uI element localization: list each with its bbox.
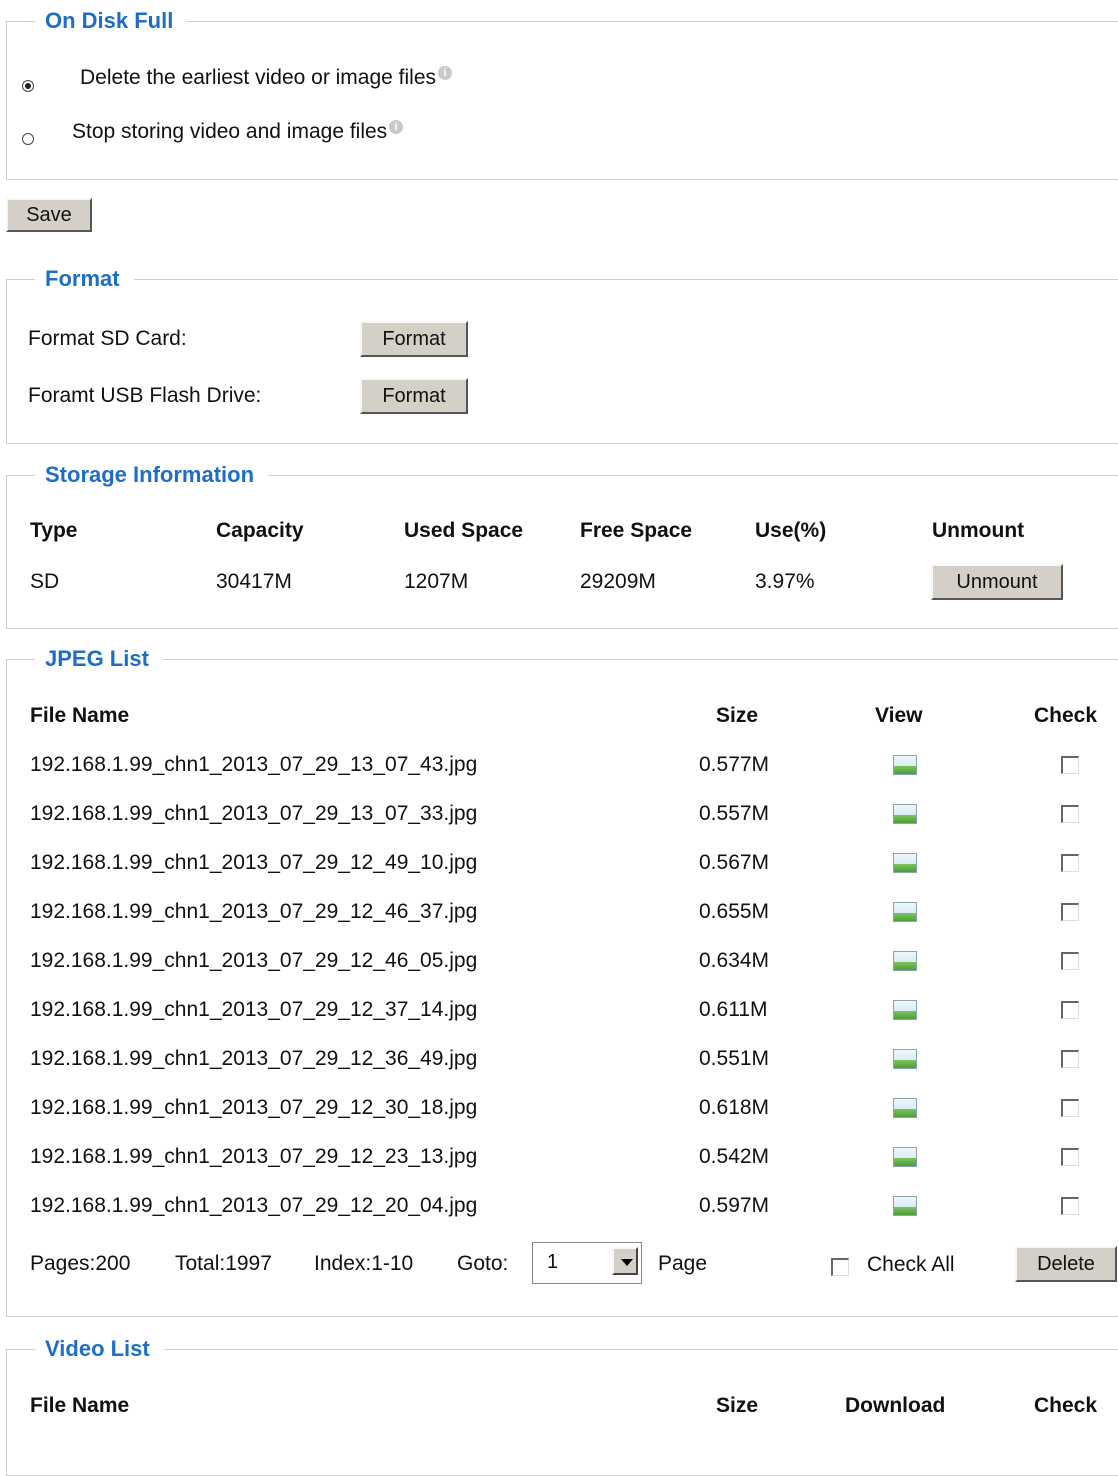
jpeg-file-name: 192.168.1.99_chn1_2013_07_29_12_37_14.jp…	[30, 998, 478, 1021]
jpeg-file-name: 192.168.1.99_chn1_2013_07_29_12_36_49.jp…	[30, 1047, 478, 1070]
jpeg-file-size: 0.618M	[699, 1096, 770, 1119]
save-button[interactable]: Save	[6, 198, 92, 232]
jpeg-header-file-name: File Name	[30, 704, 130, 727]
jpeg-row-checkbox[interactable]	[1061, 903, 1079, 921]
delete-earliest-label: Delete the earliest video or image files…	[80, 66, 453, 90]
jpeg-file-name: 192.168.1.99_chn1_2013_07_29_13_07_33.jp…	[30, 802, 478, 825]
jpeg-file-name: 192.168.1.99_chn1_2013_07_29_12_49_10.jp…	[30, 851, 478, 874]
on-disk-full-section: On Disk Full	[6, 8, 1118, 180]
video-header-size: Size	[716, 1394, 759, 1417]
video-list-section: Video List	[6, 1336, 1118, 1476]
image-view-icon[interactable]	[893, 1000, 917, 1020]
unmount-button[interactable]: Unmount	[931, 564, 1063, 600]
on-disk-full-legend: On Disk Full	[45, 8, 174, 33]
image-view-icon[interactable]	[893, 951, 917, 971]
jpeg-row-checkbox[interactable]	[1061, 805, 1079, 823]
jpeg-header-check: Check	[1034, 704, 1098, 727]
image-view-icon[interactable]	[893, 853, 917, 873]
jpeg-row-checkbox[interactable]	[1061, 756, 1079, 774]
jpeg-row-checkbox[interactable]	[1061, 1099, 1079, 1117]
image-view-icon[interactable]	[893, 755, 917, 775]
jpeg-file-size: 0.542M	[699, 1145, 770, 1168]
storage-header-use-pct: Use(%)	[755, 519, 827, 542]
storage-type-value: SD	[30, 570, 60, 593]
chevron-down-icon[interactable]	[612, 1247, 638, 1275]
storage-used-value: 1207M	[404, 570, 469, 593]
jpeg-file-size: 0.567M	[699, 851, 770, 874]
storage-capacity-value: 30417M	[216, 570, 292, 593]
pages-count: Pages:200	[30, 1252, 131, 1275]
image-view-icon[interactable]	[893, 1147, 917, 1167]
jpeg-row-checkbox[interactable]	[1061, 1197, 1079, 1215]
jpeg-row-checkbox[interactable]	[1061, 1148, 1079, 1166]
delete-earliest-radio[interactable]	[22, 80, 34, 92]
jpeg-file-size: 0.551M	[699, 1047, 770, 1070]
jpeg-file-name: 192.168.1.99_chn1_2013_07_29_12_20_04.jp…	[30, 1194, 478, 1217]
storage-information-section: Storage Information	[6, 462, 1118, 629]
video-list-legend: Video List	[45, 1336, 150, 1361]
format-usb-label: Foramt USB Flash Drive:	[28, 384, 262, 407]
format-section: Format	[6, 266, 1118, 444]
goto-page-select[interactable]: 1	[532, 1242, 642, 1284]
jpeg-file-size: 0.577M	[699, 753, 770, 776]
jpeg-file-name: 192.168.1.99_chn1_2013_07_29_12_30_18.jp…	[30, 1096, 478, 1119]
jpeg-list-legend: JPEG List	[45, 646, 149, 671]
jpeg-row-checkbox[interactable]	[1061, 952, 1079, 970]
format-sd-label: Format SD Card:	[28, 327, 187, 350]
info-icon[interactable]: i	[438, 66, 453, 80]
jpeg-header-view: View	[875, 704, 923, 727]
index-range: Index:1-10	[314, 1252, 414, 1275]
jpeg-file-size: 0.597M	[699, 1194, 770, 1217]
goto-label: Goto:	[457, 1252, 509, 1275]
stop-storing-radio[interactable]	[22, 133, 34, 145]
video-header-download: Download	[845, 1394, 946, 1417]
storage-header-free: Free Space	[580, 519, 693, 542]
image-view-icon[interactable]	[893, 1196, 917, 1216]
stop-storing-label: Stop storing video and image files i	[72, 120, 404, 144]
jpeg-header-size: Size	[716, 704, 759, 727]
image-view-icon[interactable]	[893, 902, 917, 922]
jpeg-row-checkbox[interactable]	[1061, 1001, 1079, 1019]
page-label: Page	[658, 1252, 708, 1275]
format-sd-button[interactable]: Format	[360, 321, 468, 357]
format-legend: Format	[45, 266, 120, 291]
image-view-icon[interactable]	[893, 1098, 917, 1118]
info-icon[interactable]: i	[389, 120, 404, 134]
storage-use-pct-value: 3.97%	[755, 570, 815, 593]
jpeg-file-size: 0.655M	[699, 900, 770, 923]
video-header-file-name: File Name	[30, 1394, 130, 1417]
goto-page-value: 1	[547, 1251, 559, 1273]
jpeg-file-size: 0.557M	[699, 802, 770, 825]
jpeg-file-size: 0.611M	[699, 998, 768, 1021]
jpeg-row-checkbox[interactable]	[1061, 854, 1079, 872]
storage-free-value: 29209M	[580, 570, 656, 593]
storage-header-used: Used Space	[404, 519, 524, 542]
jpeg-file-name: 192.168.1.99_chn1_2013_07_29_13_07_43.jp…	[30, 753, 478, 776]
check-all-checkbox[interactable]	[831, 1258, 849, 1276]
image-view-icon[interactable]	[893, 804, 917, 824]
storage-header-capacity: Capacity	[216, 519, 304, 542]
jpeg-file-name: 192.168.1.99_chn1_2013_07_29_12_23_13.jp…	[30, 1145, 478, 1168]
jpeg-file-name: 192.168.1.99_chn1_2013_07_29_12_46_05.jp…	[30, 949, 478, 972]
jpeg-row-checkbox[interactable]	[1061, 1050, 1079, 1068]
jpeg-file-size: 0.634M	[699, 949, 770, 972]
storage-header-unmount: Unmount	[932, 519, 1025, 542]
check-all-label: Check All	[867, 1253, 955, 1276]
storage-header-type: Type	[30, 519, 78, 542]
jpeg-file-name: 192.168.1.99_chn1_2013_07_29_12_46_37.jp…	[30, 900, 478, 923]
total-count: Total:1997	[175, 1252, 272, 1275]
video-header-check: Check	[1034, 1394, 1098, 1417]
format-usb-button[interactable]: Format	[360, 378, 468, 414]
delete-button[interactable]: Delete	[1015, 1246, 1117, 1282]
image-view-icon[interactable]	[893, 1049, 917, 1069]
storage-legend: Storage Information	[45, 462, 255, 487]
